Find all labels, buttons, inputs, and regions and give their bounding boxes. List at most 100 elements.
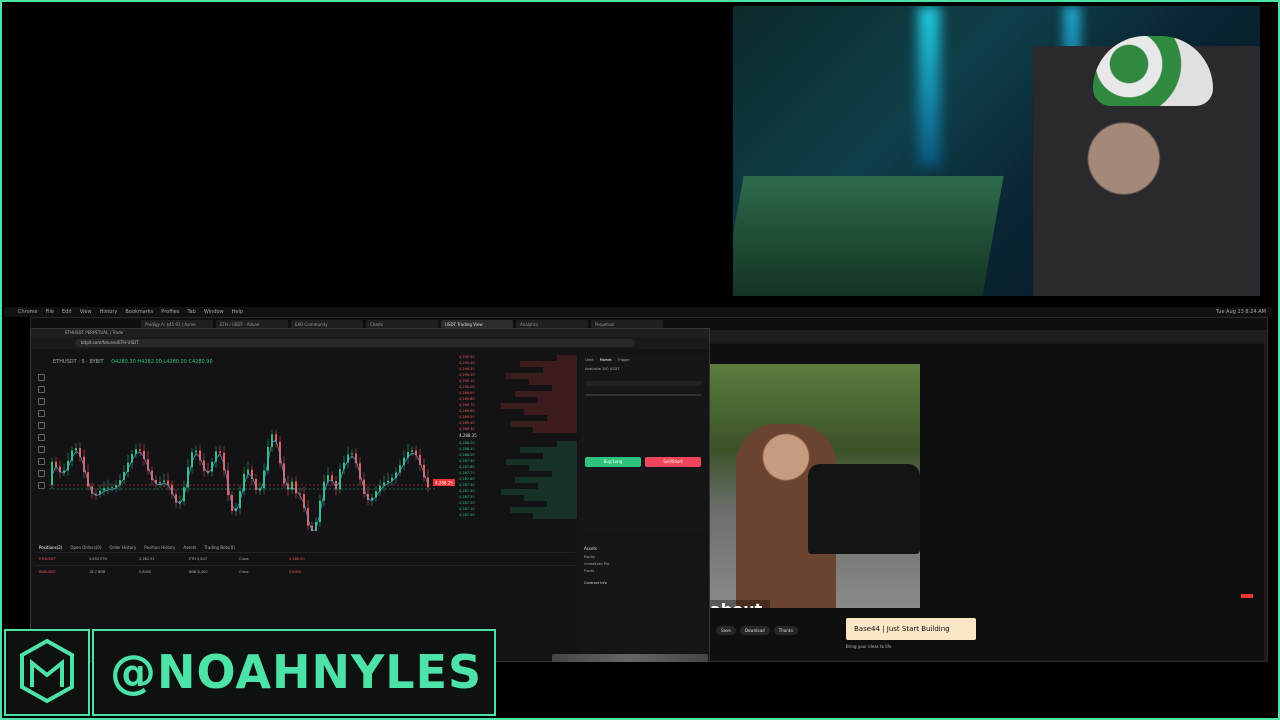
bid-list: 4,288.20 4,288.10 4,288.00 4,287.90 4,287.80… [455,441,577,519]
candle-body [103,488,105,491]
assets-title: Assets [584,546,598,551]
price-cell: 4,287.00 [459,513,475,517]
candle-body [351,453,353,455]
table-row[interactable]: ETHUSDT 5.850 ETH 4,282.91 ETH 5,847 Cro… [35,552,575,565]
cell: 18.7 BNB [89,570,106,574]
macos-menubar: Chrome File Edit View History Bookmarks … [4,307,1272,317]
tab-trigger[interactable]: Trigger [618,358,630,362]
positions-tabs: Positions(2) Open Orders(0) Order Histor… [35,543,575,552]
macos-dock[interactable] [552,654,708,662]
tab-market[interactable]: Market [600,358,612,362]
live-indicator [1241,594,1253,598]
video-actions: Save Download Thanks [716,626,799,635]
thanks-button[interactable]: Thanks [773,626,799,635]
menu-item[interactable]: Tab [187,309,195,315]
video-car [808,464,920,554]
candle-body [291,481,293,490]
candle-body [115,485,117,488]
cell: Cross [239,570,249,574]
ask-row[interactable]: 4,289.30 [455,427,577,433]
menu-item[interactable]: Profiles [161,309,179,315]
sell-short-button[interactable]: Sell/Short [645,457,701,467]
menu-item[interactable]: Chrome [18,309,38,315]
candle-body [247,469,249,474]
price-chart[interactable]: ETHUSDT · 5 · BYBIT O4280.30 H4282.00 L4… [35,355,455,531]
assets-line: Contract Info [584,581,607,585]
tab-order-history[interactable]: Order History [109,545,136,550]
tab-positions[interactable]: Positions(2) [39,545,62,550]
cell: ETH 5,847 [189,557,208,561]
tab-trading-bots[interactable]: Trading Bots(0) [204,545,234,550]
available-balance: Available 200 USDT [585,367,620,371]
assets-line: Equity [584,555,596,559]
candle-body [219,451,221,453]
depth-bar [533,513,577,519]
menu-item[interactable]: Bookmarks [125,309,153,315]
price-cell: 4,289.30 [459,427,475,431]
cell: BNB 8,400 [189,570,208,574]
menu-item[interactable]: Help [232,309,243,315]
stream-logo [4,629,90,716]
tab-limit[interactable]: Limit [585,358,594,362]
assets-line: Funds [584,569,595,573]
mid-price: 4,288.35 [459,433,477,438]
candle-body [107,487,109,489]
youtube-page: about, Save Download Thanks Base44 | Jus… [708,344,1264,660]
tab-assets[interactable]: Assets [183,545,196,550]
menu-item[interactable]: History [100,309,118,315]
download-button[interactable]: Download [739,626,770,635]
bid-row[interactable]: 4,287.00 [455,513,577,519]
candle-body [383,482,385,486]
menu-item[interactable]: Edit [62,309,72,315]
candle-body [159,482,161,484]
clock: Tue Aug 13 8:24 AM [1216,309,1266,315]
window-title: ETHUSDT PERPETUAL | Trade [31,329,709,337]
candlestick-plot: 4,288.25 [49,429,455,531]
buy-long-button[interactable]: Buy/Long [585,457,641,467]
video-caption: about, [708,600,771,608]
assets-line: Unrealized PnL [584,562,610,566]
cell: ETHUSDT [39,557,56,561]
candle-body [295,481,297,494]
nm-logo-icon [20,638,74,704]
order-book: 4,290.50 4,290.40 4,290.30 4,290.20 4,290.10… [455,355,577,531]
url-field[interactable]: bitpit.com/futures/ETH-USDT [75,339,635,347]
cell: 0.8400 [139,570,152,574]
menu-item[interactable]: View [80,309,92,315]
cell: 0.8400 [289,570,302,574]
candle-body [387,480,389,483]
candle-body [111,487,113,489]
tab-position-history[interactable]: Position History [144,545,175,550]
desk [733,176,1004,296]
cell: 4,282.91 [139,557,155,561]
amount-input[interactable] [585,381,701,386]
menu-item[interactable]: Window [204,309,224,315]
candle-body [95,493,97,495]
leverage-slider[interactable] [585,394,701,396]
cell: BNBUSDT [39,570,57,574]
candle-body [335,480,337,490]
trading-address-bar: bitpit.com/futures/ETH-USDT [31,337,709,349]
candle-body [195,450,197,453]
cell: 5.850 ETH [89,557,108,561]
menu-item[interactable]: File [46,309,54,315]
streamer-handle: @NOAHNYLES [92,629,496,716]
ad-subtitle: Bring your ideas to life [846,644,892,649]
candles [51,429,429,531]
cell: 4,289.50 [289,557,305,561]
candle-body [75,448,77,451]
order-form: Limit Market Trigger Available 200 USDT … [581,355,705,531]
ad-banner[interactable]: Base44 | Just Start Building [846,618,976,640]
tab-open-orders[interactable]: Open Orders(0) [70,545,101,550]
save-button[interactable]: Save [716,626,736,635]
candle-body [99,490,101,494]
led-strip [918,6,940,166]
video-player[interactable]: about, [708,364,920,608]
webcam-feed [733,6,1260,296]
table-row[interactable]: BNBUSDT 18.7 BNB 0.8400 BNB 8,400 Cross … [35,565,575,578]
candle-body [139,449,141,451]
cell: Cross [239,557,249,561]
ask-list: 4,290.50 4,290.40 4,290.30 4,290.20 4,290.10… [455,355,577,433]
depth-bar [533,427,577,433]
candle-body [163,480,165,483]
